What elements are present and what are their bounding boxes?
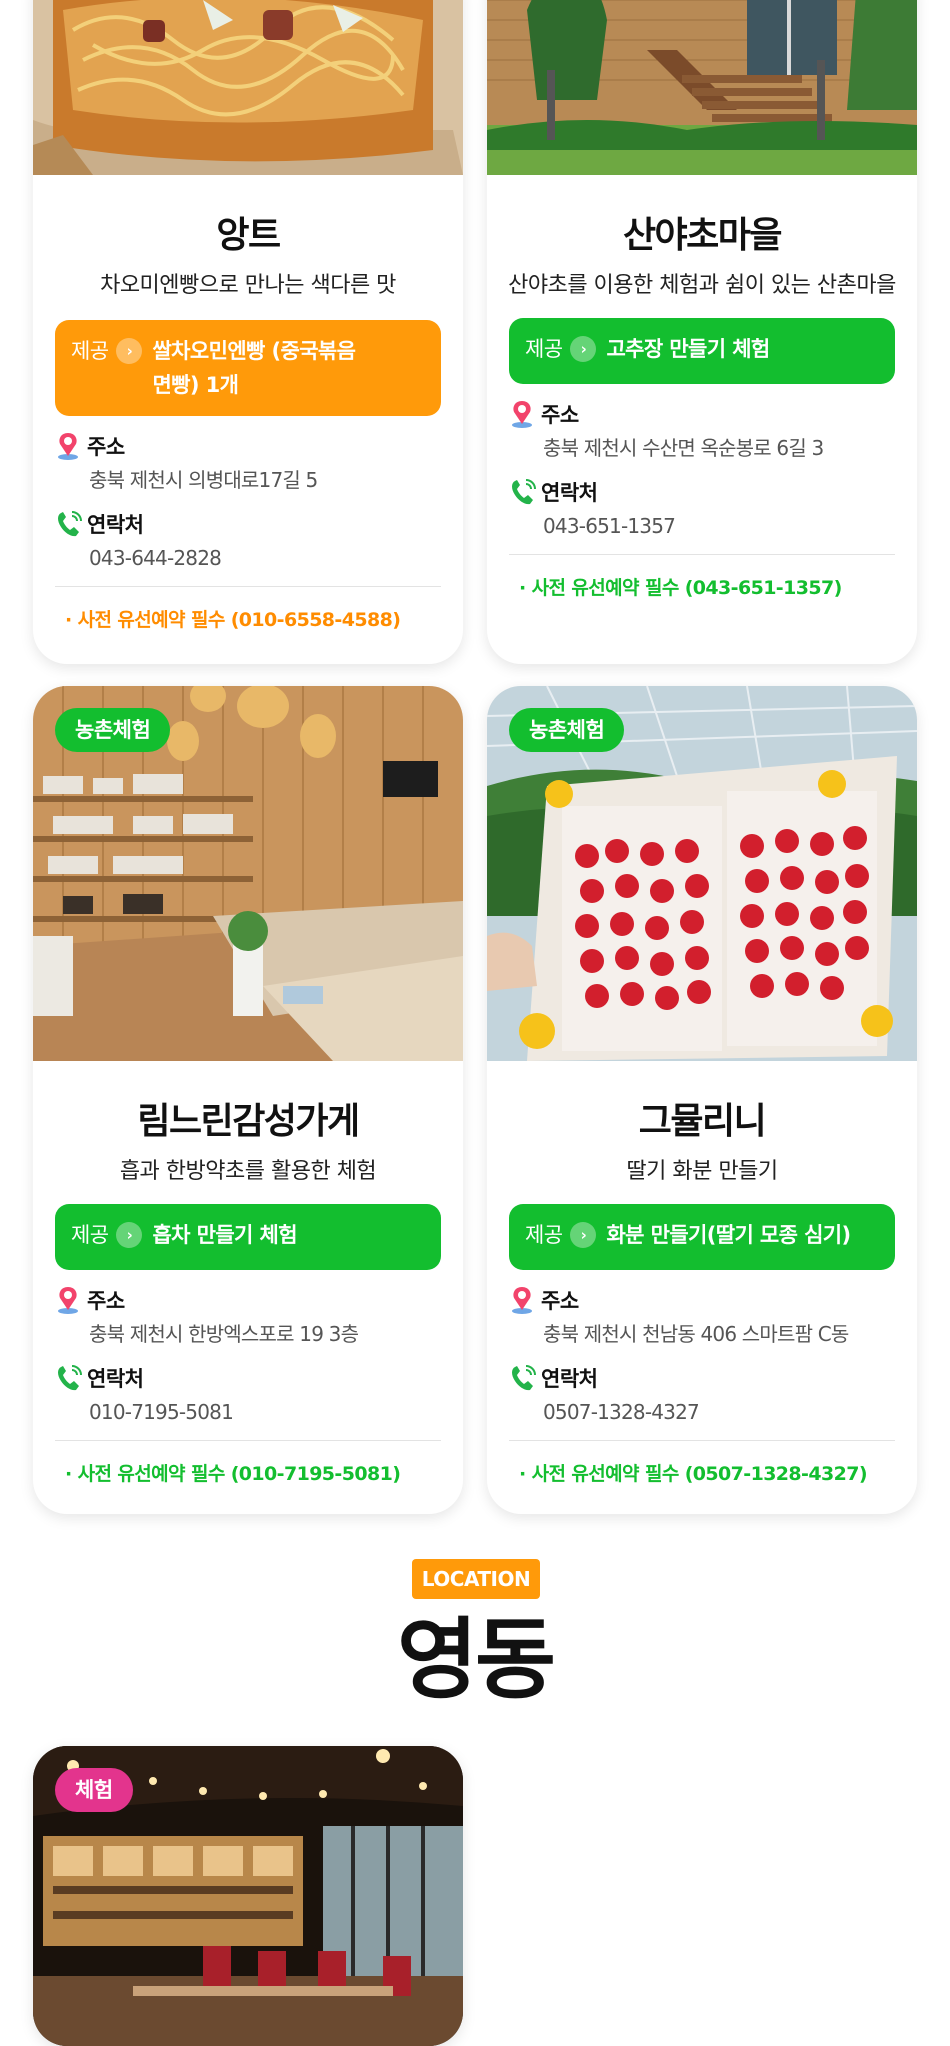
- provide-label: 제공: [71, 339, 109, 363]
- category-tag: 체험: [55, 1768, 133, 1812]
- phone-icon: [55, 509, 83, 539]
- place-photo: [33, 0, 463, 175]
- provide-text: 쌀차오민엔빵 (중국볶음면빵) 1개: [152, 339, 356, 397]
- info-section: 주소 충북 제천시 천남동 406 스마트팜 C동 연락처 0507-1328-…: [509, 1284, 895, 1426]
- address-value: 충북 제천시 천남동 406 스마트팜 C동: [543, 1322, 849, 1346]
- place-card-sanyacho[interactable]: 산야초마을 산야초를 이용한 체험과 쉼이 있는 산촌마을 제공 › 고추장 만…: [487, 0, 917, 664]
- provide-box: 제공 › 고추장 만들기 체험: [509, 318, 895, 384]
- phone-icon: [509, 477, 537, 507]
- phone-icon: [55, 1363, 83, 1393]
- divider: [55, 586, 441, 587]
- chevron-right-icon: ›: [570, 1222, 597, 1248]
- location-pin-icon: [55, 1285, 83, 1315]
- contact-label: 연락처: [87, 1367, 144, 1391]
- place-description: 산야초를 이용한 체험과 쉼이 있는 산촌마을: [508, 273, 896, 298]
- place-title: 그뮬리니: [638, 1101, 767, 1142]
- divider: [55, 1440, 441, 1441]
- place-description: 딸기 화분 만들기: [626, 1159, 778, 1184]
- place-description: 차오미엔빵으로 만나는 색다른 맛: [100, 273, 396, 298]
- location-badge: LOCATION: [412, 1559, 540, 1599]
- phone-icon: [509, 1363, 537, 1393]
- info-section: 주소 충북 제천시 한방엑스포로 19 3층 연락처 010-7195-5081: [55, 1284, 441, 1426]
- contact-label: 연락처: [541, 1367, 598, 1391]
- address-label: 주소: [541, 403, 579, 427]
- place-description: 흡과 한방약초를 활용한 체험: [119, 1159, 377, 1184]
- reservation-notice: · 사전 유선예약 필수 (010-7195-5081): [65, 1463, 401, 1485]
- place-card-yeongdong-1[interactable]: 체험: [33, 1746, 463, 2046]
- reservation-notice: · 사전 유선예약 필수 (0507-1328-4327): [519, 1463, 868, 1485]
- category-tag: 농촌체험: [509, 708, 625, 752]
- location-pin-icon: [509, 1285, 537, 1315]
- provide-label: 제공: [71, 1223, 109, 1247]
- place-title: 림느린감성가게: [137, 1101, 360, 1142]
- reservation-notice: · 사전 유선예약 필수 (010-6558-4588): [65, 609, 401, 631]
- category-tag: 농촌체험: [55, 708, 171, 752]
- address-value: 충북 제천시 한방엑스포로 19 3층: [89, 1322, 359, 1346]
- provide-text: 화분 만들기(딸기 모종 심기): [606, 1223, 851, 1247]
- phone-value[interactable]: 043-651-1357: [543, 512, 895, 540]
- phone-value[interactable]: 0507-1328-4327: [543, 1398, 895, 1426]
- divider: [509, 1440, 895, 1441]
- provide-box: 제공 › 쌀차오민엔빵 (중국볶음면빵) 1개: [55, 320, 441, 416]
- divider: [509, 554, 895, 555]
- provide-label: 제공: [525, 337, 563, 361]
- reservation-notice: · 사전 유선예약 필수 (043-651-1357): [519, 577, 842, 599]
- contact-label: 연락처: [87, 513, 144, 537]
- place-card-ant[interactable]: 앙트 차오미엔빵으로 만나는 색다른 맛 제공 › 쌀차오민엔빵 (중국볶음면빵…: [33, 0, 463, 664]
- provide-box: 제공 › 화분 만들기(딸기 모종 심기): [509, 1204, 895, 1270]
- info-section: 주소 충북 제천시 의병대로17길 5 연락처 043-644-2828: [55, 430, 441, 572]
- place-card-rimneurin[interactable]: 농촌체험 림느린감성가게 흡과 한방약초를 활용한 체험 제공 › 흡차 만들기…: [33, 686, 463, 1514]
- provide-text: 고추장 만들기 체험: [606, 337, 770, 361]
- phone-value[interactable]: 010-7195-5081: [89, 1398, 441, 1426]
- location-title: 영동: [397, 1608, 556, 1711]
- address-label: 주소: [87, 435, 125, 459]
- chevron-right-icon: ›: [116, 338, 143, 364]
- place-photo: [487, 0, 917, 175]
- chevron-right-icon: ›: [570, 336, 597, 362]
- address-value: 충북 제천시 수산면 옥순봉로 6길 3: [543, 436, 824, 460]
- place-title: 산야초마을: [622, 215, 783, 256]
- address-label: 주소: [87, 1289, 125, 1313]
- provide-label: 제공: [525, 1223, 563, 1247]
- place-card-gmyulrini[interactable]: 농촌체험 그뮬리니 딸기 화분 만들기 제공 › 화분 만들기(딸기 모종 심기…: [487, 686, 917, 1514]
- location-pin-icon: [55, 431, 83, 461]
- location-pin-icon: [509, 399, 537, 429]
- contact-label: 연락처: [541, 481, 598, 505]
- provide-text: 흡차 만들기 체험: [152, 1223, 297, 1247]
- address-label: 주소: [541, 1289, 579, 1313]
- info-section: 주소 충북 제천시 수산면 옥순봉로 6길 3 연락처 043-651-1357: [509, 398, 895, 540]
- address-value: 충북 제천시 의병대로17길 5: [89, 468, 318, 492]
- provide-box: 제공 › 흡차 만들기 체험: [55, 1204, 441, 1270]
- phone-value[interactable]: 043-644-2828: [89, 544, 441, 572]
- chevron-right-icon: ›: [116, 1222, 143, 1248]
- place-title: 앙트: [216, 215, 281, 256]
